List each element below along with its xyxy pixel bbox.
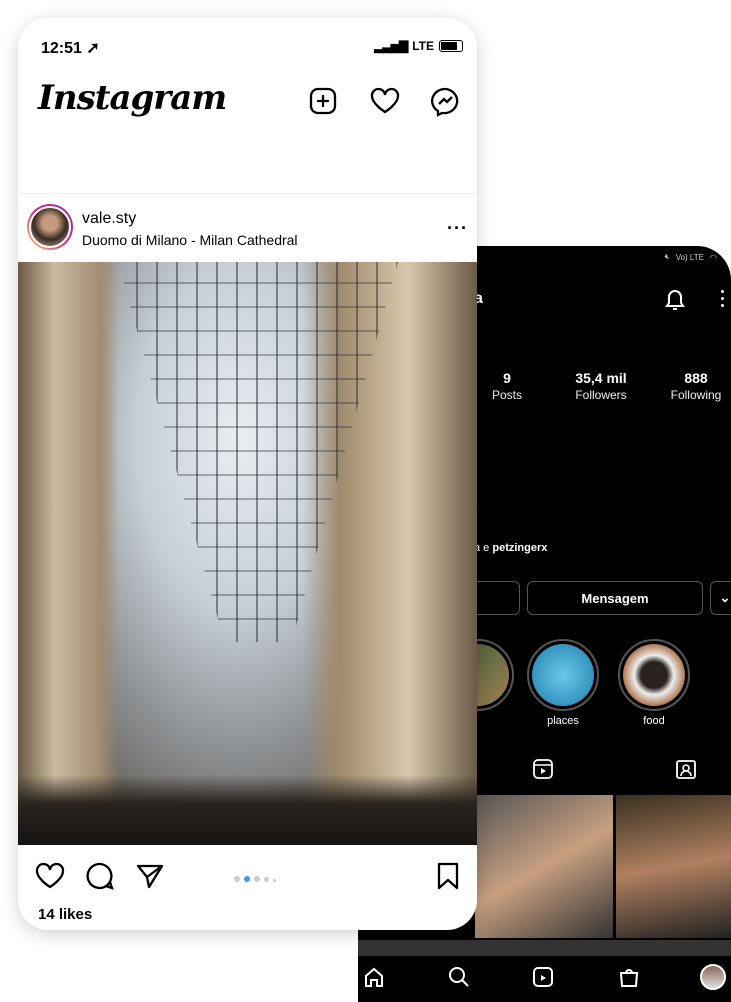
- grid-row[interactable]: [358, 940, 731, 956]
- status-bar-right: ▂▃▅▇ LTE: [374, 39, 463, 53]
- heart-icon[interactable]: [370, 87, 400, 115]
- instagram-logo[interactable]: Instagram: [38, 78, 227, 118]
- location-arrow-icon: ➚: [86, 40, 100, 57]
- likes-count[interactable]: 14 likes: [38, 906, 92, 923]
- bell-icon[interactable]: [663, 287, 687, 313]
- home-icon[interactable]: [363, 966, 385, 988]
- status-bar: 🔇︎ Vo) LTE ◠: [665, 252, 717, 262]
- highlight-places[interactable]: [527, 639, 599, 711]
- feed-screen: 12:51 ➚ ▂▃▅▇ LTE Instagram vale.sty Duom…: [18, 18, 477, 930]
- post-username[interactable]: vale.sty: [82, 210, 136, 228]
- stat-following[interactable]: 888 Following: [651, 370, 731, 404]
- followed-by[interactable]: a e petzingerx: [474, 542, 547, 554]
- avatar-story-ring[interactable]: [27, 204, 73, 250]
- grid-post[interactable]: [616, 795, 731, 938]
- tagged-tab-icon[interactable]: [675, 758, 697, 780]
- volte-lte-icon: Vo) LTE: [675, 252, 705, 262]
- suggestions-chevron-button[interactable]: ⌄: [710, 581, 731, 615]
- stat-followers[interactable]: 35,4 mil Followers: [556, 370, 646, 404]
- post-options-icon[interactable]: ···: [447, 218, 468, 239]
- post-image[interactable]: [18, 262, 477, 845]
- reels-tab-icon[interactable]: [532, 758, 554, 780]
- carousel-indicator: [232, 869, 278, 887]
- reels-icon[interactable]: [532, 966, 554, 988]
- messenger-icon[interactable]: [431, 87, 461, 117]
- share-icon[interactable]: [136, 863, 164, 889]
- highlight-label: food: [643, 715, 665, 727]
- search-icon[interactable]: [448, 966, 470, 988]
- bookmark-icon[interactable]: [436, 862, 460, 890]
- message-button[interactable]: Mensagem: [527, 581, 703, 615]
- shop-icon[interactable]: [618, 966, 640, 988]
- comment-icon[interactable]: [86, 862, 114, 890]
- wifi-icon: ◠: [710, 252, 717, 262]
- profile-avatar-tab[interactable]: [700, 964, 726, 990]
- mute-icon: 🔇︎: [664, 252, 670, 261]
- battery-icon: [439, 40, 463, 52]
- divider: [18, 193, 477, 194]
- avatar: [29, 206, 71, 248]
- highlight-label: places: [547, 715, 579, 727]
- signal-icon: ▂▃▅▇: [374, 39, 408, 53]
- status-time: 12:51 ➚: [41, 40, 100, 57]
- plus-square-icon[interactable]: [309, 87, 337, 115]
- post-location[interactable]: Duomo di Milano - Milan Cathedral: [82, 232, 298, 248]
- more-options-icon[interactable]: [721, 290, 725, 307]
- grid-post[interactable]: [475, 795, 613, 938]
- like-icon[interactable]: [35, 862, 65, 890]
- highlight-food[interactable]: [618, 639, 690, 711]
